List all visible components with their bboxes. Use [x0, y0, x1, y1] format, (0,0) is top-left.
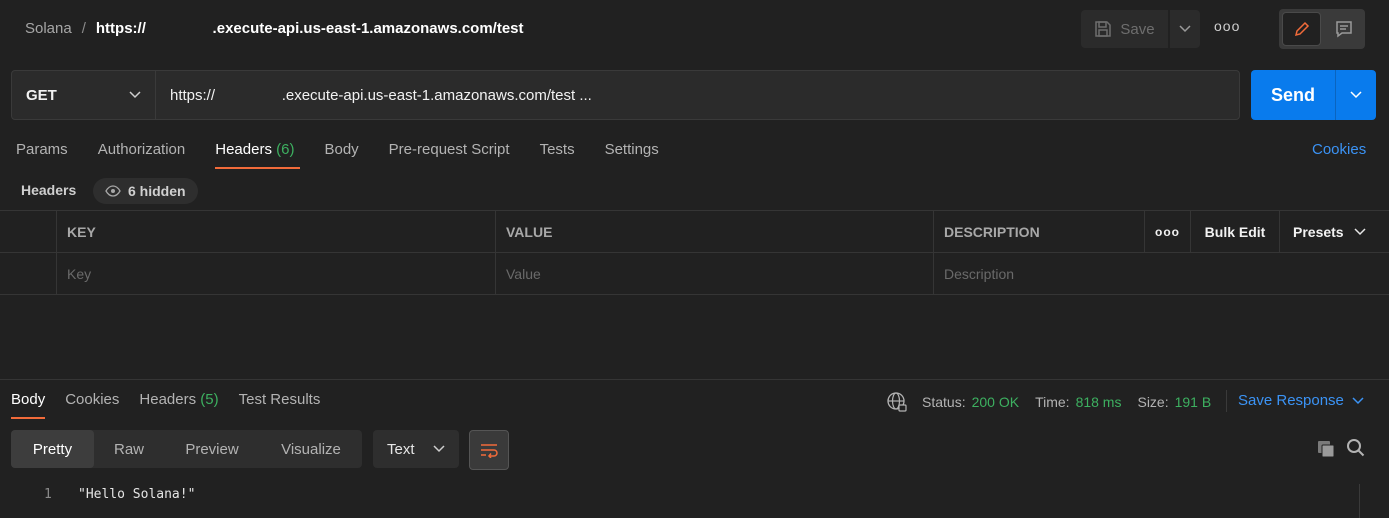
request-name[interactable]: https:// .execute-api.us-east-1.amazonaw… [96, 20, 524, 37]
chevron-down-icon [1179, 25, 1191, 33]
url-input[interactable]: https:// .execute-api.us-east-1.amazonaw… [156, 71, 1239, 119]
value-input[interactable]: Value [496, 253, 934, 294]
time-label: Time: [1035, 394, 1070, 410]
view-mode-toggle [1279, 9, 1365, 49]
save-label: Save [1120, 20, 1155, 38]
headers-table: KEY VALUE DESCRIPTION ooo Bulk Edit Pres… [0, 210, 1389, 295]
tab-tests[interactable]: Tests [540, 141, 575, 169]
time-value[interactable]: 818 ms [1076, 394, 1122, 410]
save-icon [1095, 21, 1112, 37]
bulk-edit-label: Bulk Edit [1204, 223, 1266, 240]
key-column-header: KEY [57, 211, 496, 252]
tab-authorization[interactable]: Authorization [98, 141, 186, 169]
table-header-row: KEY VALUE DESCRIPTION ooo Bulk Edit Pres… [0, 211, 1389, 253]
table-row: Key Value Description [0, 253, 1389, 295]
table-more-button[interactable]: ooo [1145, 211, 1191, 252]
size-label: Size: [1137, 394, 1169, 410]
value-placeholder: Value [506, 265, 541, 282]
status-label: Status: [922, 394, 966, 410]
view-visualize[interactable]: Visualize [260, 430, 362, 468]
edit-mode-button[interactable] [1282, 12, 1321, 46]
key-placeholder: Key [67, 265, 92, 282]
chevron-down-icon [433, 445, 445, 453]
tab-settings[interactable]: Settings [605, 141, 659, 169]
method-value: GET [26, 86, 57, 104]
description-column-header: DESCRIPTION [934, 211, 1145, 252]
response-tab-headers-label: Headers [139, 391, 197, 408]
presets-dropdown[interactable]: Presets [1280, 211, 1389, 252]
row-checkbox-cell [0, 253, 57, 294]
hidden-headers-toggle[interactable]: 6 hidden [93, 178, 198, 204]
save-response-label: Save Response [1238, 392, 1344, 409]
response-meta: Status: 200 OK Time: 818 ms Size: 191 B [886, 391, 1221, 413]
status-value[interactable]: 200 OK [972, 394, 1019, 410]
pencil-icon [1294, 21, 1309, 37]
save-response-button[interactable]: Save Response [1238, 392, 1364, 409]
divider [1226, 390, 1227, 412]
request-tabs: Params Authorization Headers (6) Body Pr… [16, 141, 659, 169]
tab-headers[interactable]: Headers (6) [215, 141, 301, 169]
save-button[interactable]: Save [1081, 10, 1168, 48]
response-body-line[interactable]: "Hello Solana!" [78, 487, 195, 502]
size-value[interactable]: 191 B [1175, 394, 1212, 410]
documentation-mode-button[interactable] [1325, 13, 1362, 45]
globe-lock-icon[interactable] [886, 391, 908, 413]
description-input[interactable]: Description [934, 253, 1389, 294]
comment-icon [1335, 21, 1352, 38]
more-actions-button[interactable]: ooo [1214, 18, 1240, 34]
response-tab-headers[interactable]: Headers (5) [139, 391, 218, 419]
tab-params[interactable]: Params [16, 141, 68, 169]
wrap-lines-icon [481, 444, 498, 458]
chevron-down-icon [1350, 91, 1362, 99]
response-tab-cookies[interactable]: Cookies [65, 391, 119, 419]
response-tab-headers-count: (5) [200, 391, 219, 408]
save-button-group: Save [1081, 10, 1200, 48]
key-input[interactable]: Key [57, 253, 496, 294]
more-label: ooo [1155, 224, 1180, 239]
view-pretty[interactable]: Pretty [11, 430, 94, 468]
send-options-button[interactable] [1336, 70, 1376, 120]
method-select[interactable]: GET [12, 71, 156, 119]
format-select[interactable]: Text [373, 430, 459, 468]
view-raw[interactable]: Raw [94, 430, 164, 468]
breadcrumb-collection[interactable]: Solana [25, 20, 72, 37]
save-options-button[interactable] [1170, 10, 1200, 48]
chevron-down-icon [129, 91, 141, 99]
hidden-headers-label: 6 hidden [128, 183, 186, 199]
line-number: 1 [44, 487, 52, 502]
tab-pre-request-script[interactable]: Pre-request Script [389, 141, 510, 169]
response-tab-test-results[interactable]: Test Results [239, 391, 321, 419]
response-tabs: Body Cookies Headers (5) Test Results [11, 391, 320, 419]
tab-headers-count: (6) [276, 141, 295, 158]
request-url-bar: GET https:// .execute-api.us-east-1.amaz… [11, 70, 1240, 120]
copy-icon[interactable] [1316, 439, 1336, 459]
cookies-link[interactable]: Cookies [1312, 141, 1366, 158]
send-button-group: Send [1251, 70, 1376, 120]
description-placeholder: Description [944, 265, 1015, 282]
bulk-edit-button[interactable]: Bulk Edit [1191, 211, 1280, 252]
search-icon[interactable] [1346, 438, 1366, 458]
breadcrumb: Solana / https:// .execute-api.us-east-1… [25, 20, 524, 37]
eye-icon [105, 185, 121, 197]
response-tab-body[interactable]: Body [11, 391, 46, 419]
format-value: Text [387, 440, 415, 458]
scrollbar[interactable] [1359, 484, 1360, 518]
view-preview[interactable]: Preview [164, 430, 260, 468]
breadcrumb-separator: / [81, 20, 86, 37]
chevron-down-icon [1352, 396, 1364, 404]
headers-section-title: Headers [21, 182, 77, 198]
tab-body[interactable]: Body [324, 141, 358, 169]
tab-headers-label: Headers [215, 141, 272, 158]
view-mode-segmented: Pretty Raw Preview Visualize [11, 430, 362, 468]
wrap-lines-button[interactable] [469, 430, 509, 470]
presets-label: Presets [1293, 223, 1344, 240]
response-divider[interactable] [0, 379, 1389, 380]
checkbox-column-header [0, 211, 57, 252]
chevron-down-icon [1354, 227, 1366, 235]
value-column-header: VALUE [496, 211, 934, 252]
send-button[interactable]: Send [1251, 70, 1336, 120]
